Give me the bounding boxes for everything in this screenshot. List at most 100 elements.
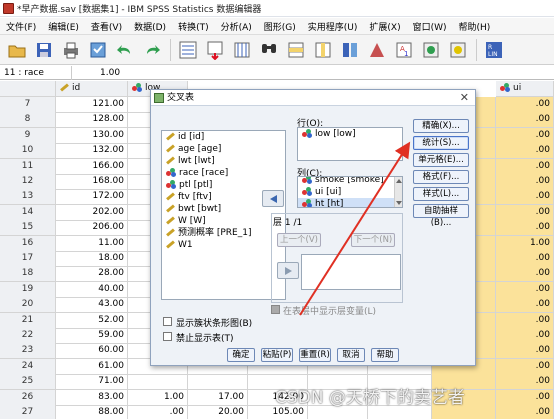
reset-button[interactable]: 重置(R): [299, 348, 331, 362]
bootstrap-button[interactable]: 自助抽样(B)...: [413, 204, 469, 228]
list-item[interactable]: race [race]: [162, 167, 285, 179]
layer-list[interactable]: [301, 254, 401, 290]
row-number[interactable]: 25: [0, 374, 56, 391]
menu-view[interactable]: 查看(V): [85, 20, 128, 33]
previous-layer-button[interactable]: 上一个(V): [277, 233, 321, 247]
paste-button[interactable]: 粘贴(P): [261, 348, 293, 362]
row-number[interactable]: 21: [0, 312, 56, 329]
cell-low[interactable]: [128, 374, 188, 391]
insert-cases-icon[interactable]: [283, 38, 308, 62]
row-number[interactable]: 14: [0, 204, 56, 221]
columns-list[interactable]: smoke [smoke] ui [ui] ht [ht]: [297, 176, 403, 208]
cell-id[interactable]: 130.00: [56, 127, 128, 144]
cell-id[interactable]: 43.00: [56, 297, 128, 314]
cell-id[interactable]: 206.00: [56, 220, 128, 237]
menu-graphs[interactable]: 图形(G): [258, 20, 302, 33]
cell-ui[interactable]: .00: [496, 389, 554, 406]
cell-ui[interactable]: .00: [496, 281, 554, 298]
list-item[interactable]: id [id]: [162, 131, 285, 143]
weight-cases-icon[interactable]: [364, 38, 389, 62]
cells-button[interactable]: 单元格(E)...: [413, 153, 469, 167]
cell-id[interactable]: 88.00: [56, 405, 128, 419]
cell-id[interactable]: 83.00: [56, 389, 128, 406]
menu-window[interactable]: 窗口(W): [407, 20, 453, 33]
cell-ui[interactable]: .00: [496, 297, 554, 314]
menu-analyze[interactable]: 分析(A): [215, 20, 258, 33]
list-item[interactable]: ui [ui]: [298, 186, 402, 198]
cell-ui[interactable]: .00: [496, 405, 554, 419]
goto-variable-icon[interactable]: [202, 38, 227, 62]
cell-ui[interactable]: .00: [496, 158, 554, 175]
list-item[interactable]: lwt [lwt]: [162, 155, 285, 167]
help-button[interactable]: 帮助: [371, 348, 399, 362]
cell-id[interactable]: 28.00: [56, 266, 128, 283]
use-sets-icon[interactable]: [418, 38, 443, 62]
menu-file[interactable]: 文件(F): [0, 20, 42, 33]
format-button[interactable]: 格式(F)...: [413, 170, 469, 184]
cell-id[interactable]: 168.00: [56, 174, 128, 190]
cell-id[interactable]: 59.00: [56, 328, 128, 344]
menu-extensions[interactable]: 扩展(X): [363, 20, 406, 33]
menu-help[interactable]: 帮助(H): [453, 20, 497, 33]
cell-id[interactable]: 132.00: [56, 143, 128, 160]
row-number[interactable]: 24: [0, 358, 56, 375]
save-icon[interactable]: [31, 38, 56, 62]
split-file-icon[interactable]: [337, 38, 362, 62]
menu-transform[interactable]: 转换(T): [172, 20, 215, 33]
cell-id[interactable]: 52.00: [56, 312, 128, 329]
row-number[interactable]: 8: [0, 112, 56, 129]
move-to-layer-button[interactable]: [277, 262, 299, 279]
row-number[interactable]: 22: [0, 328, 56, 344]
cell-id[interactable]: 128.00: [56, 112, 128, 129]
cell-id[interactable]: 40.00: [56, 281, 128, 298]
row-number[interactable]: 16: [0, 235, 56, 252]
clustered-bar-checkbox[interactable]: [163, 317, 172, 326]
cell-ui[interactable]: .00: [496, 220, 554, 237]
row-number[interactable]: 19: [0, 281, 56, 298]
statistics-button[interactable]: 统计(S)...: [413, 136, 469, 150]
cell-id[interactable]: 11.00: [56, 235, 128, 252]
style-button[interactable]: 样式(L)...: [413, 187, 469, 201]
cell-id[interactable]: 71.00: [56, 374, 128, 391]
column-header-ui[interactable]: ui: [496, 81, 554, 97]
row-number[interactable]: 9: [0, 127, 56, 144]
column-header-id[interactable]: id: [56, 81, 128, 97]
rows-list[interactable]: low [low]: [297, 127, 403, 161]
cell-ui[interactable]: .00: [496, 189, 554, 206]
row-number[interactable]: 10: [0, 143, 56, 160]
row-number[interactable]: 11: [0, 158, 56, 175]
redo-icon[interactable]: [139, 38, 164, 62]
cell-ui[interactable]: .00: [496, 358, 554, 375]
cell-ui[interactable]: .00: [496, 312, 554, 329]
list-item[interactable]: age [age]: [162, 143, 285, 155]
value-labels-icon[interactable]: A1: [391, 38, 416, 62]
cell-value[interactable]: 1.00: [72, 66, 120, 80]
layer-display-checkbox[interactable]: [271, 305, 280, 314]
cell-ui[interactable]: .00: [496, 343, 554, 360]
cell-ui[interactable]: .00: [496, 204, 554, 221]
ok-button[interactable]: 确定: [227, 348, 255, 362]
move-to-columns-button[interactable]: [262, 190, 284, 207]
find-icon[interactable]: [256, 38, 281, 62]
list-item[interactable]: ht [ht]: [298, 198, 402, 207]
list-item[interactable]: smoke [smoke]: [298, 177, 402, 186]
row-number[interactable]: 23: [0, 343, 56, 360]
cell-ui[interactable]: .00: [496, 374, 554, 391]
cell-id[interactable]: 61.00: [56, 358, 128, 375]
row-number[interactable]: 17: [0, 251, 56, 267]
next-layer-button[interactable]: 下一个(N): [351, 233, 395, 247]
row-number[interactable]: 15: [0, 220, 56, 237]
cell-ui[interactable]: .00: [496, 143, 554, 160]
cell-age[interactable]: 20.00: [188, 405, 248, 419]
row-number[interactable]: 13: [0, 189, 56, 206]
cell-low[interactable]: 1.00: [128, 389, 188, 406]
cell-id[interactable]: 202.00: [56, 204, 128, 221]
list-item[interactable]: W1: [162, 239, 285, 251]
cancel-button[interactable]: 取消: [337, 348, 365, 362]
suppress-tables-checkbox[interactable]: [163, 332, 172, 341]
source-variable-list[interactable]: id [id] age [age] lwt [lwt] race [race] ptl …: [161, 130, 286, 300]
cell-id[interactable]: 166.00: [56, 158, 128, 175]
cell-ui[interactable]: .00: [496, 97, 554, 113]
cell-ui[interactable]: .00: [496, 266, 554, 283]
close-icon[interactable]: ✕: [460, 90, 469, 106]
